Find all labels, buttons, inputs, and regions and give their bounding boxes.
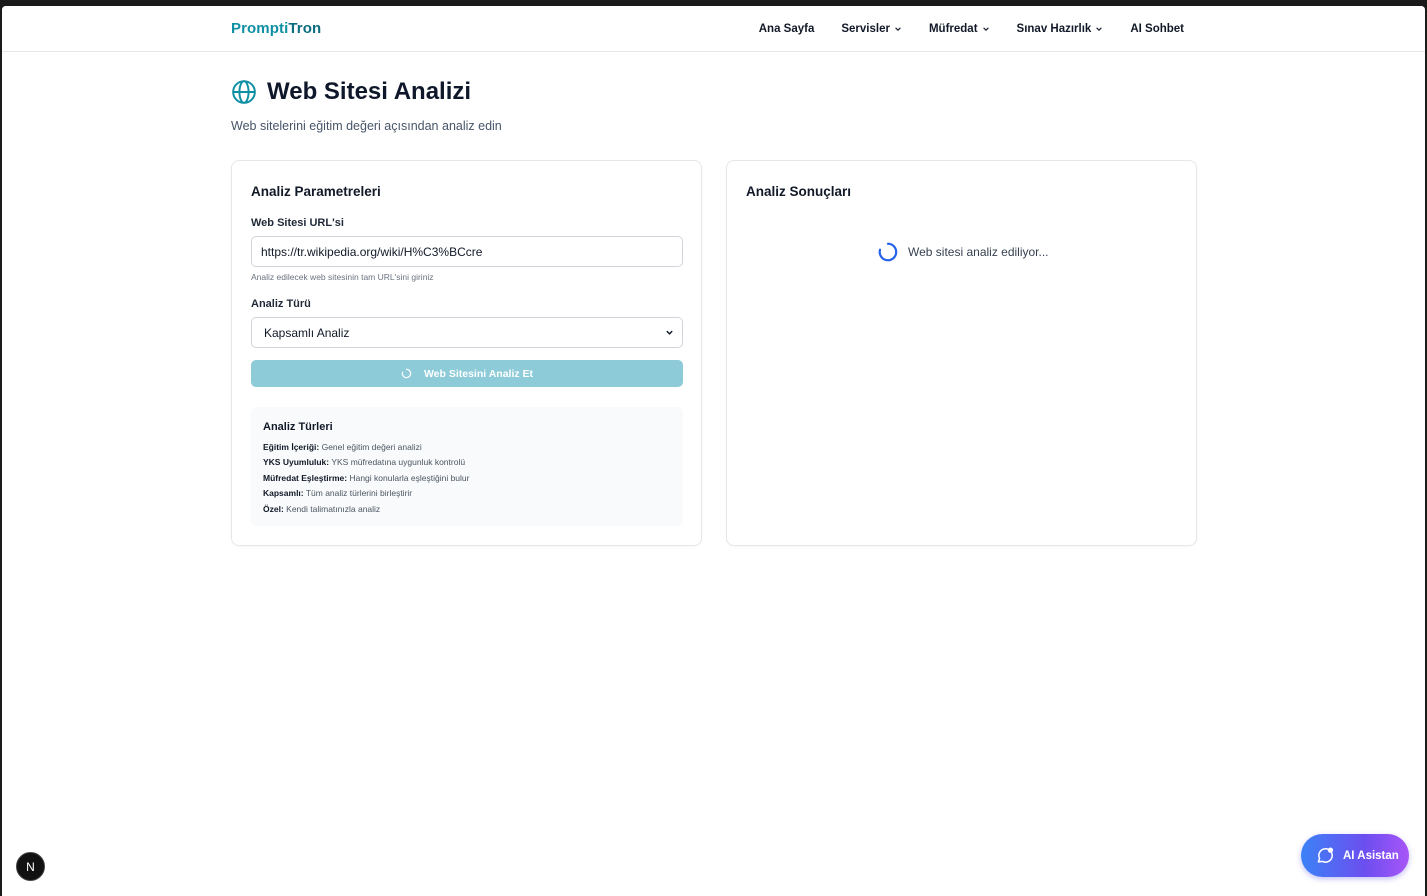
analysis-type-value: Kapsamlı Analiz bbox=[264, 325, 350, 340]
nav-item-servisler[interactable]: Servisler bbox=[841, 23, 902, 35]
chevron-down-icon bbox=[666, 330, 673, 335]
analysis-type-item: Kapsamlı: Tüm analiz türlerini birleştir… bbox=[263, 486, 671, 501]
nav-item-ana-sayfa[interactable]: Ana Sayfa bbox=[759, 23, 815, 35]
nav-label: AI Sohbet bbox=[1130, 23, 1184, 35]
type-desc: YKS müfredatına uygunluk kontrolü bbox=[331, 457, 466, 468]
results-card: Analiz Sonuçları Web sitesi analiz edili… bbox=[726, 160, 1197, 546]
loading-spinner-icon bbox=[401, 368, 412, 379]
type-name: Eğitim İçeriği: bbox=[263, 442, 320, 452]
brand-part-2: Tron bbox=[288, 20, 322, 37]
chat-bubble-icon bbox=[1317, 847, 1334, 863]
analysis-type-item: YKS Uyumluluk: YKS müfredatına uygunluk … bbox=[263, 455, 671, 470]
chevron-down-icon bbox=[1096, 27, 1103, 31]
globe-icon bbox=[232, 80, 256, 104]
analyze-button-label: Web Sitesini Analiz Et bbox=[423, 367, 534, 380]
nav-label: Müfredat bbox=[928, 23, 978, 35]
nav-label: Ana Sayfa bbox=[758, 23, 815, 35]
type-name: Kapsamlı: bbox=[263, 488, 304, 499]
type-desc: Kendi talimatınızla analiz bbox=[286, 503, 381, 514]
analysis-type-item: Eğitim İçeriği: Genel eğitim değeri anal… bbox=[263, 440, 671, 455]
type-name: Özel: bbox=[263, 503, 284, 514]
loading-text: Web sitesi analiz ediliyor... bbox=[908, 245, 1049, 259]
chevron-down-icon bbox=[982, 27, 989, 31]
type-desc: Hangi konularla eşleştiğini bulur bbox=[349, 472, 470, 483]
page-title: Web Sitesi Analizi bbox=[267, 78, 472, 105]
type-desc: Tüm analiz türlerini birleştirir bbox=[305, 488, 413, 499]
nav-item-ai-sohbet[interactable]: AI Sohbet bbox=[1130, 23, 1184, 35]
params-card-title: Analiz Parametreleri bbox=[251, 184, 381, 199]
type-name: YKS Uyumluluk: bbox=[263, 457, 330, 468]
url-hint: Analiz edilecek web sitesinin tam URL'si… bbox=[251, 272, 434, 282]
analysis-type-item: Özel: Kendi talimatınızla analiz bbox=[263, 502, 671, 517]
nav-item-sinav-hazirlik[interactable]: Sınav Hazırlık bbox=[1017, 23, 1104, 35]
dev-tools-badge[interactable]: N bbox=[16, 852, 45, 881]
main-nav: Ana Sayfa Servisler Müfredat Sınav Hazır… bbox=[759, 6, 1184, 52]
type-name: Müfredat Eşleştirme: bbox=[263, 472, 348, 483]
chevron-down-icon bbox=[895, 27, 901, 31]
analysis-type-item: Müfredat Eşleştirme: Hangi konularla eşl… bbox=[263, 471, 671, 486]
results-card-title: Analiz Sonuçları bbox=[746, 184, 852, 199]
ai-assistant-label: AI Asistan bbox=[1343, 849, 1399, 862]
analyze-button[interactable]: Web Sitesini Analiz Et bbox=[251, 360, 683, 387]
analysis-types-title: Analiz Türleri bbox=[263, 421, 333, 433]
page-header: Web Sitesi Analizi bbox=[231, 78, 471, 106]
nav-label: Sınav Hazırlık bbox=[1016, 23, 1092, 35]
analysis-type-select[interactable]: Kapsamlı Analiz bbox=[251, 317, 683, 348]
analysis-types-info: Analiz Türleri Eğitim İçeriği: Genel eği… bbox=[251, 407, 683, 526]
nav-item-mufredat[interactable]: Müfredat bbox=[929, 23, 990, 35]
brand-logo[interactable]: PromptiTron bbox=[231, 20, 321, 37]
brand-part-1: Prompti bbox=[231, 20, 289, 37]
browser-viewport: PromptiTron Ana Sayfa Servisler Müfredat… bbox=[2, 6, 1425, 896]
params-card: Analiz Parametreleri Web Sitesi URL'si A… bbox=[231, 160, 702, 546]
type-desc: Genel eğitim değeri analizi bbox=[321, 442, 422, 452]
nav-label: Servisler bbox=[841, 23, 890, 35]
analysis-type-label: Analiz Türü bbox=[251, 298, 311, 310]
top-navbar: PromptiTron Ana Sayfa Servisler Müfredat… bbox=[2, 6, 1425, 52]
loading-indicator: Web sitesi analiz ediliyor... bbox=[877, 241, 1049, 263]
url-input[interactable] bbox=[251, 236, 683, 267]
page-subtitle: Web sitelerini eğitim değeri açısından a… bbox=[231, 119, 502, 133]
url-label: Web Sitesi URL'si bbox=[251, 217, 344, 229]
ai-assistant-button[interactable]: AI Asistan bbox=[1301, 834, 1409, 877]
loading-spinner-icon bbox=[878, 242, 898, 262]
